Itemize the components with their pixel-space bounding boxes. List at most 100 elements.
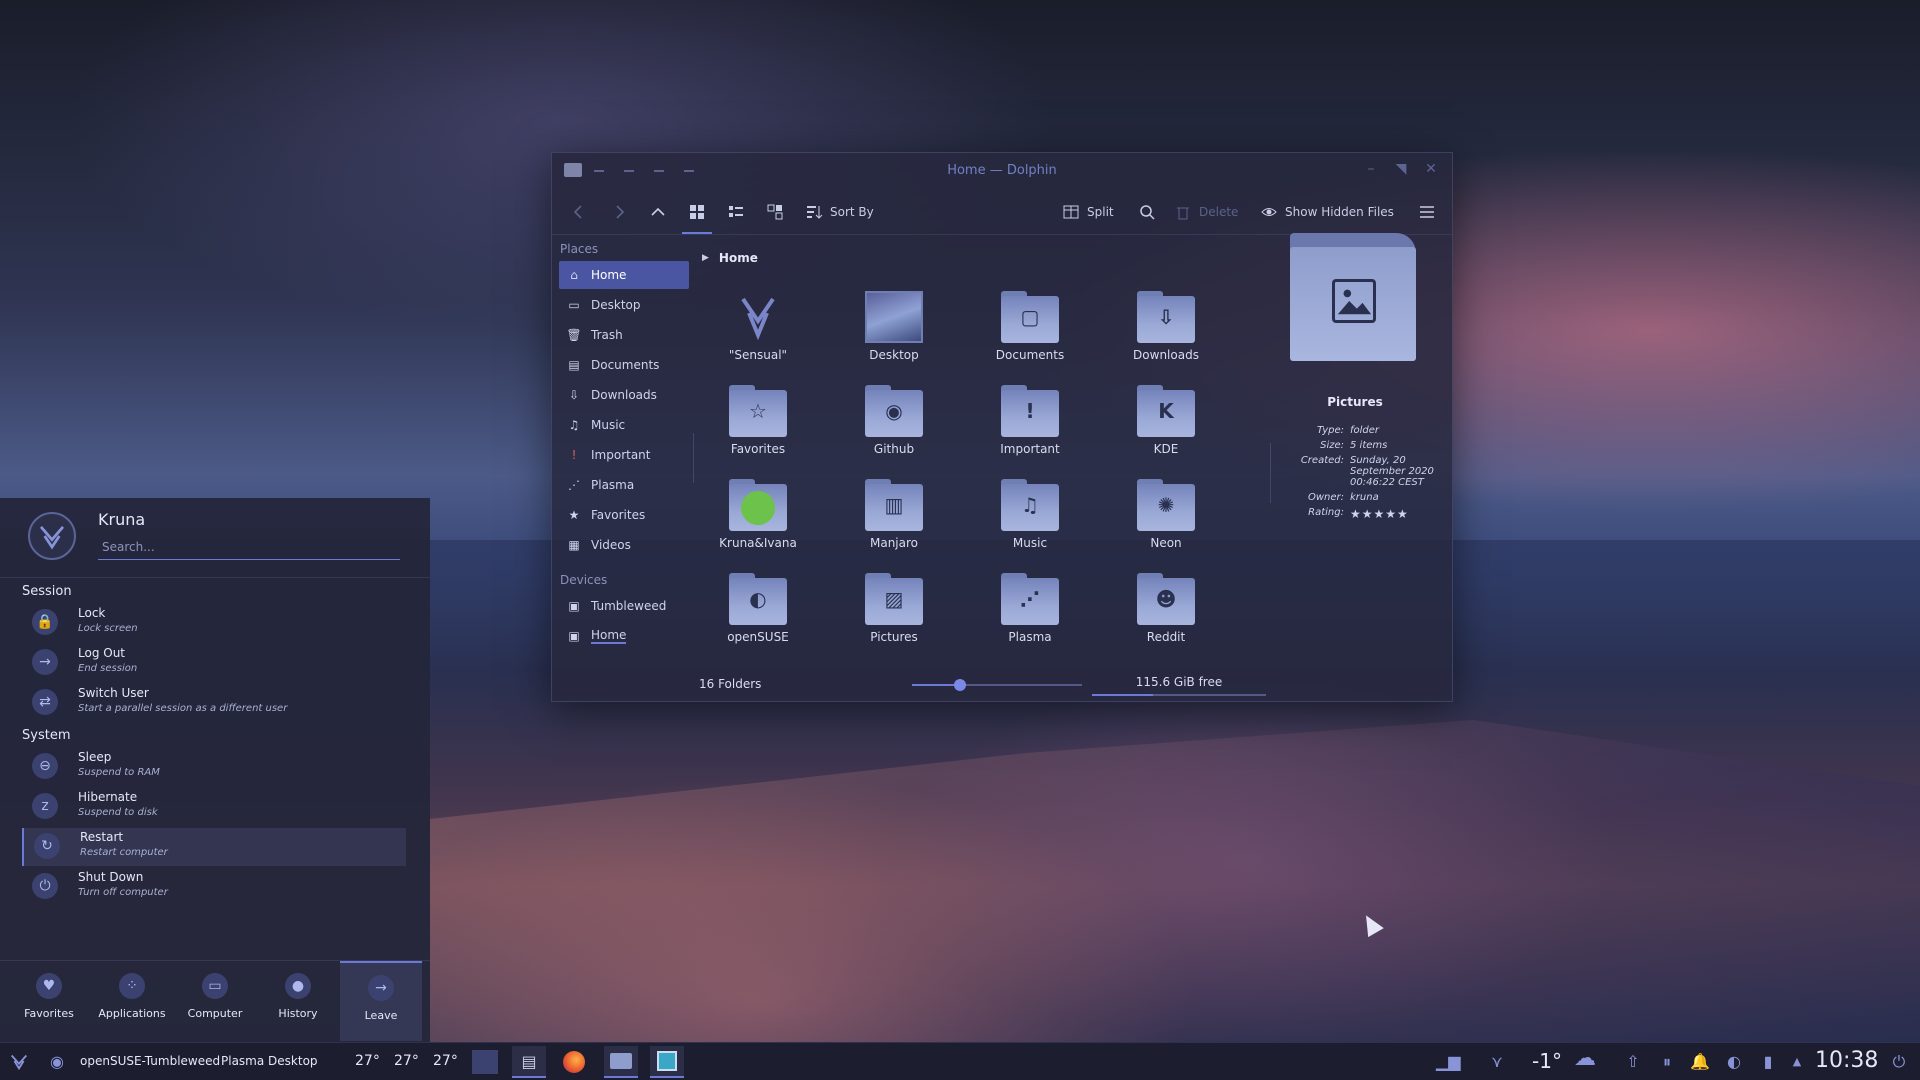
music-icon: ♫ [568, 418, 580, 432]
maximize-button[interactable]: ◥ [1392, 161, 1410, 177]
updates-icon[interactable]: ⇧ [1622, 1051, 1644, 1073]
tab-history[interactable]: ● History [257, 961, 339, 1041]
lock-button[interactable]: 🔒 Lock Lock screen [22, 604, 406, 642]
sidebar-item-favorites[interactable]: ★ Favorites [559, 501, 689, 529]
opensuse-tray-icon[interactable]: ⋎ [1486, 1051, 1508, 1073]
sleep-icon: ⊖ [32, 753, 58, 779]
sidebar-item-home[interactable]: ⌂ Home [559, 261, 689, 289]
folder-item[interactable]: ☆ Favorites [698, 385, 818, 456]
task-dolphin[interactable] [604, 1046, 638, 1078]
folder-item[interactable]: Kruna&Ivana [698, 479, 818, 550]
device-item-label: Home [591, 628, 627, 644]
device-item-tumbleweed[interactable]: ▣ Tumbleweed [559, 592, 689, 620]
sidebar-item-trash[interactable]: 🗑 Trash [559, 321, 689, 349]
search-button[interactable] [1138, 201, 1156, 223]
weather-temp[interactable]: -1° [1532, 1049, 1562, 1073]
up-button[interactable] [649, 201, 667, 223]
folder-item[interactable]: "Sensual" [698, 291, 818, 362]
log-out-button[interactable]: → Log Out End session [22, 644, 406, 682]
details-view-button[interactable] [766, 201, 784, 223]
sidebar-item-documents[interactable]: ▤ Documents [559, 351, 689, 379]
action-title: Switch User [78, 686, 149, 700]
split-button[interactable]: Split [1062, 201, 1114, 223]
task-firefox[interactable] [557, 1046, 591, 1078]
sidebar-item-plasma[interactable]: ⋰ Plasma [559, 471, 689, 499]
sidebar-item-downloads[interactable]: ⇩ Downloads [559, 381, 689, 409]
folder-item[interactable]: ▨ Pictures [834, 573, 954, 644]
window-title: Home — Dolphin [947, 163, 1057, 178]
sidebar-item-label: Desktop [591, 298, 641, 312]
hibernate-button[interactable]: z Hibernate Suspend to disk [22, 788, 406, 826]
show-hidden-files-button[interactable]: Show Hidden Files [1260, 201, 1394, 223]
pager-desktop[interactable] [468, 1046, 502, 1078]
sort-by-button[interactable]: Sort By [805, 201, 874, 223]
folder-item[interactable]: ! Important [970, 385, 1090, 456]
weather-cloud-icon[interactable]: ☁ [1574, 1048, 1596, 1070]
restart-button[interactable]: ↻ Restart Restart computer [22, 828, 406, 866]
folder-icon: ✺ [1137, 479, 1195, 531]
folder-item[interactable]: Desktop [834, 291, 954, 362]
info-name: Pictures [1327, 395, 1383, 409]
folder-label: Documents [995, 348, 1065, 362]
icons-view-button[interactable] [682, 201, 712, 234]
tab-computer[interactable]: ▭ Computer [174, 961, 256, 1041]
rating-stars[interactable]: ★★★★★ [1350, 507, 1450, 521]
folder-label: Downloads [1133, 348, 1199, 362]
compact-view-button[interactable] [727, 201, 745, 223]
media-pause-icon[interactable]: ⏸ [1656, 1051, 1678, 1073]
sidebar-item-videos[interactable]: ▦ Videos [559, 531, 689, 559]
sidebar-item-music[interactable]: ♫ Music [559, 411, 689, 439]
search-input[interactable]: Search... [98, 538, 400, 560]
folder-item[interactable]: ◉ Github [834, 385, 954, 456]
user-name: Kruna [98, 510, 146, 529]
minimize-button[interactable]: – [1362, 161, 1380, 177]
folder-item[interactable]: ▢ Documents [970, 291, 1090, 362]
folder-item[interactable]: ⇩ Downloads [1106, 291, 1226, 362]
action-title: Shut Down [78, 870, 144, 884]
folder-item[interactable]: ◐ openSUSE [698, 573, 818, 644]
tab-leave[interactable]: → Leave [340, 961, 422, 1041]
info-value: folder [1350, 425, 1380, 436]
zoom-slider-handle[interactable] [953, 679, 966, 691]
activity-name[interactable]: openSUSE-Tumbleweed [80, 1054, 220, 1068]
sidebar-item-important[interactable]: ! Important [559, 441, 689, 469]
action-subtitle: Suspend to RAM [78, 767, 160, 778]
folder-item[interactable]: ⋰ Plasma [970, 573, 1090, 644]
show-desktop-icon[interactable]: ▁▆ [1436, 1051, 1461, 1073]
device-item-home[interactable]: ▣ Home [559, 622, 689, 650]
launcher-button[interactable] [8, 1050, 30, 1072]
task-terminal[interactable]: ▤ [512, 1046, 546, 1078]
clock[interactable]: 10:38 [1815, 1048, 1878, 1073]
avatar[interactable] [28, 512, 76, 560]
switch-user-button[interactable]: ⇄ Switch User Start a parallel session as … [22, 684, 406, 722]
shut-down-button[interactable]: ⏻ Shut Down Turn off computer [22, 868, 406, 906]
task-app[interactable] [650, 1046, 684, 1078]
forward-button[interactable] [610, 201, 628, 223]
folder-item[interactable]: ✺ Neon [1106, 479, 1226, 550]
night-color-icon[interactable]: ◐ [1723, 1051, 1745, 1073]
folder-item[interactable]: ♫ Music [970, 479, 1090, 550]
tab-favorites[interactable]: ♥ Favorites [8, 961, 90, 1041]
power-icon[interactable]: ⏻ [1888, 1051, 1910, 1073]
hamburger-menu-button[interactable] [1418, 201, 1436, 223]
tray-expand-chevron-icon[interactable]: ▲ [1786, 1051, 1808, 1073]
breadcrumb[interactable]: ▶ Home [702, 251, 758, 265]
desktop-name[interactable]: Plasma Desktop [221, 1054, 318, 1068]
battery-icon[interactable]: ▮ [1757, 1051, 1779, 1073]
folder-item[interactable]: ▥ Manjaro [834, 479, 954, 550]
folder-item[interactable]: ☻ Reddit [1106, 573, 1226, 644]
pictures-folder-preview [1290, 233, 1416, 361]
titlebar[interactable]: Home — Dolphin – ◥ ✕ [552, 153, 1452, 189]
breadcrumb-home[interactable]: Home [719, 251, 758, 265]
action-title: Restart [80, 830, 124, 844]
delete-button[interactable]: Delete [1174, 201, 1238, 223]
activities-icon[interactable]: ◉ [46, 1051, 68, 1073]
folder-item[interactable]: K KDE [1106, 385, 1226, 456]
sleep-button[interactable]: ⊖ Sleep Suspend to RAM [22, 748, 406, 786]
back-button[interactable] [570, 201, 588, 223]
close-button[interactable]: ✕ [1422, 161, 1440, 177]
sidebar-item-desktop[interactable]: ▭ Desktop [559, 291, 689, 319]
tab-applications[interactable]: ⁘ Applications [91, 961, 173, 1041]
notifications-bell-icon[interactable]: 🔔 [1689, 1051, 1711, 1073]
tab-label: Favorites [24, 1007, 74, 1020]
